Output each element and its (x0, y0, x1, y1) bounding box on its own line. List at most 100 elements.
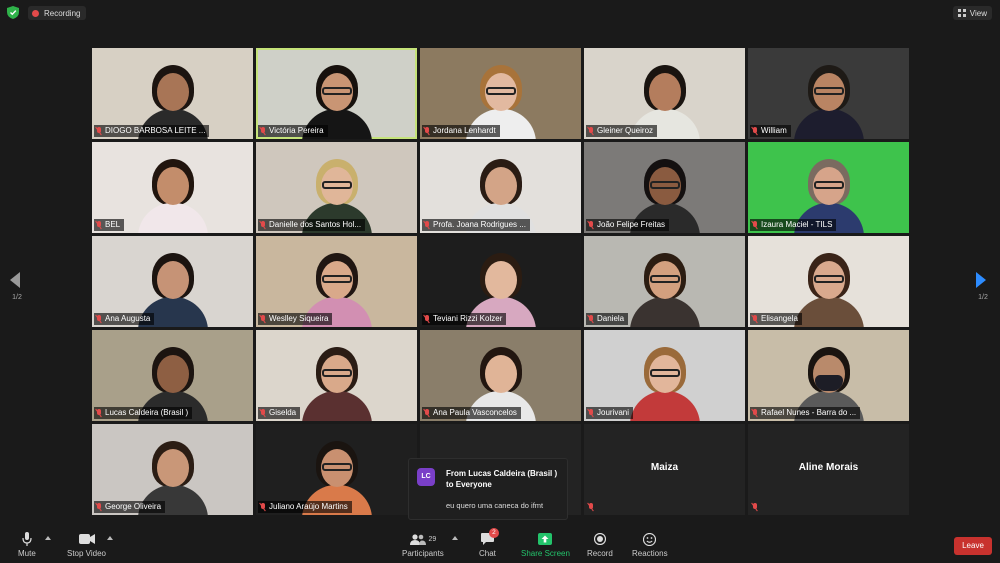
participants-button[interactable]: 29 Participants (402, 532, 444, 558)
participant-tile[interactable]: Aline Morais (748, 424, 909, 515)
chat-to-text: to Everyone (446, 480, 492, 489)
participant-name: Gleiner Queiroz (597, 126, 654, 135)
participant-tile[interactable]: Jordana Lenhardt (420, 48, 581, 139)
participant-name: Daniela (597, 314, 625, 323)
participant-tile[interactable]: Juliano Araújo Martins (256, 424, 417, 515)
participant-name-label: Teviani Rizzi Kolzer (422, 313, 507, 325)
participant-name: Aline Morais (798, 462, 859, 473)
chat-notification[interactable]: LC From Lucas Caldeira (Brasil ) to Ever… (408, 458, 568, 520)
participant-tile[interactable]: Giselda (256, 330, 417, 421)
chat-label: Chat (479, 549, 496, 558)
participant-name-label: George Oliveira (94, 501, 166, 513)
participant-name-label: Daniela (586, 313, 629, 325)
next-page-button[interactable]: 1/2 (976, 272, 990, 304)
stop-video-button[interactable]: Stop Video (67, 532, 106, 558)
participant-name: William (761, 126, 787, 135)
participants-icon-group: 29 (409, 532, 437, 546)
participant-tile[interactable]: Profa. Joana Rodrigues ... (420, 142, 581, 233)
participant-tile[interactable]: Maiza (584, 424, 745, 515)
participant-tile[interactable]: Daniela (584, 236, 745, 327)
participants-label: Participants (402, 549, 444, 558)
chat-from-text: From Lucas Caldeira (Brasil ) (446, 469, 558, 478)
participant-name: George Oliveira (105, 502, 162, 511)
participant-tile[interactable]: Jourivani (584, 330, 745, 421)
participants-options-caret-icon[interactable] (452, 536, 458, 540)
participant-name-label: Rafael Nunes - Barra do ... (750, 407, 861, 419)
participant-name-label: Elisangela (750, 313, 802, 325)
participant-name: Victória Pereira (269, 126, 324, 135)
muted-mic-icon (588, 221, 594, 229)
participant-tile[interactable]: Gleiner Queiroz (584, 48, 745, 139)
participant-tile[interactable]: William (748, 48, 909, 139)
muted-mic-icon (96, 409, 102, 417)
record-label: Record (587, 549, 613, 558)
participant-tile[interactable]: Danielle dos Santos Hol... (256, 142, 417, 233)
muted-mic-icon (260, 315, 266, 323)
record-button[interactable]: Record (587, 532, 613, 558)
muted-mic-icon (752, 221, 758, 229)
chat-unread-badge: 2 (488, 528, 499, 538)
muted-mic-icon (588, 409, 594, 417)
participant-tile[interactable]: Weslley Siqueira (256, 236, 417, 327)
view-button[interactable]: View (952, 6, 992, 20)
participant-tile[interactable]: Izaura Maciel - TILS (748, 142, 909, 233)
participant-name: Ana Augusta (105, 314, 151, 323)
participant-name: Jordana Lenhardt (433, 126, 496, 135)
muted-mic-icon (588, 503, 594, 511)
leave-button[interactable]: Leave (954, 537, 992, 555)
reactions-button[interactable]: Reactions (632, 532, 668, 558)
participant-tile[interactable]: BEL (92, 142, 253, 233)
video-options-caret-icon[interactable] (107, 536, 113, 540)
arrow-right-icon (976, 272, 986, 288)
participant-name-label: Jordana Lenhardt (422, 125, 500, 137)
muted-mic-icon (96, 127, 102, 135)
page-indicator-right: 1/2 (978, 294, 988, 301)
participant-name-label: Giselda (258, 407, 301, 419)
participant-name-label: Ana Augusta (94, 313, 155, 325)
page-indicator-left: 1/2 (12, 294, 22, 301)
muted-mic-icon (424, 315, 430, 323)
participant-tile[interactable]: Ana Augusta (92, 236, 253, 327)
participant-tile[interactable]: João Felipe Freitas (584, 142, 745, 233)
meeting-toolbar: Mute Stop Video 29 Participants 2 Chat S… (0, 526, 1000, 563)
muted-mic-icon (96, 503, 102, 511)
muted-mic-icon (752, 315, 758, 323)
participant-tile[interactable]: Elisangela (748, 236, 909, 327)
participant-tile[interactable]: DIOGO BARBOSA LEITE ... (92, 48, 253, 139)
participant-video (790, 55, 868, 139)
participant-video (626, 243, 704, 327)
participant-name-label: William (750, 125, 791, 137)
participant-video (134, 149, 212, 233)
reactions-label: Reactions (632, 549, 668, 558)
muted-mic-icon (752, 503, 758, 511)
muted-mic-icon (424, 221, 430, 229)
share-screen-button[interactable]: Share Screen (521, 532, 570, 558)
mute-button[interactable]: Mute (18, 532, 36, 558)
recording-dot-icon (32, 9, 39, 17)
muted-mic-icon (588, 127, 594, 135)
participant-tile[interactable]: Ana Paula Vasconcelos (420, 330, 581, 421)
participant-tile[interactable]: Rafael Nunes - Barra do ... (748, 330, 909, 421)
chat-button[interactable]: 2 Chat (479, 528, 499, 558)
participant-tile[interactable]: Lucas Caldeira (Brasil ) (92, 330, 253, 421)
muted-mic-icon (588, 315, 594, 323)
participant-name-label: João Felipe Freitas (586, 219, 670, 231)
previous-page-button[interactable]: 1/2 (10, 272, 24, 304)
muted-mic-icon (752, 409, 758, 417)
muted-mic-icon (260, 409, 266, 417)
participant-name-label: Izaura Maciel - TILS (750, 219, 837, 231)
participants-count: 29 (428, 535, 437, 543)
gallery-grid: DIOGO BARBOSA LEITE ... Victória Pereira J… (92, 48, 909, 515)
chat-message-text: eu quero uma caneca do ifmt (446, 501, 544, 510)
participant-tile[interactable]: Victória Pereira (256, 48, 417, 139)
participant-name-label: Danielle dos Santos Hol... (258, 219, 366, 231)
share-screen-icon (538, 532, 553, 546)
mute-options-caret-icon[interactable] (45, 536, 51, 540)
recording-indicator[interactable]: Recording (28, 6, 87, 20)
shield-icon[interactable] (7, 6, 19, 19)
view-label: View (969, 8, 987, 18)
participant-tile[interactable]: George Oliveira (92, 424, 253, 515)
participant-tile[interactable]: Teviani Rizzi Kolzer (420, 236, 581, 327)
participant-name: Weslley Siqueira (269, 314, 329, 323)
participant-name-label: Victória Pereira (258, 125, 328, 137)
